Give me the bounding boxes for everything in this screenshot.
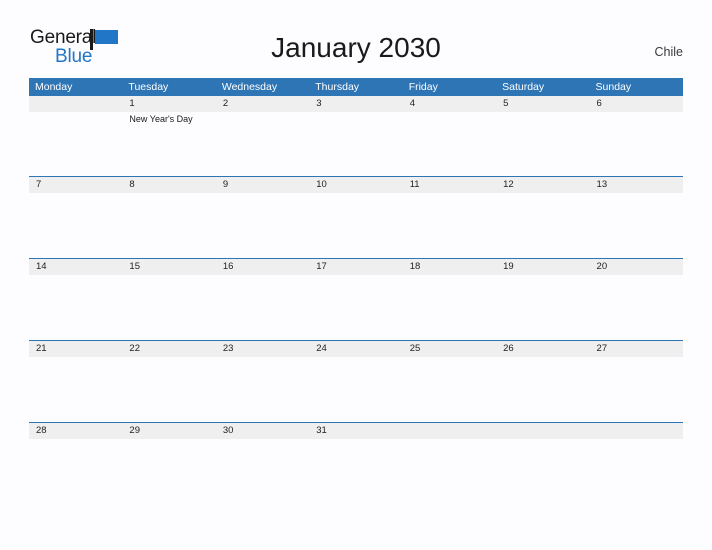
event-band: New Year's Day (29, 112, 683, 176)
day-number[interactable]: 1 (122, 96, 215, 112)
weekday-header-tuesday: Tuesday (128, 81, 169, 93)
day-number[interactable]: 29 (122, 423, 215, 439)
day-cell[interactable] (496, 275, 589, 340)
day-cell[interactable] (309, 275, 402, 340)
day-number[interactable]: 15 (122, 259, 215, 275)
holiday-event-label: New Year's Day (129, 114, 193, 124)
day-number[interactable]: 19 (496, 259, 589, 275)
day-number[interactable]: 18 (403, 259, 496, 275)
calendar-grid: Monday Tuesday Wednesday Thursday Friday Satu… (29, 78, 683, 504)
weekday-header-monday: Monday (35, 81, 73, 93)
day-cell[interactable] (496, 357, 589, 422)
day-number[interactable]: 12 (496, 177, 589, 193)
day-number[interactable]: 10 (309, 177, 402, 193)
day-cell[interactable] (122, 357, 215, 422)
day-number[interactable]: 8 (122, 177, 215, 193)
day-cell[interactable] (496, 439, 589, 504)
event-band (29, 275, 683, 340)
page-title: January 2030 (271, 32, 441, 63)
day-cell[interactable] (216, 439, 309, 504)
day-number[interactable]: 3 (309, 96, 402, 112)
day-number[interactable]: 26 (496, 341, 589, 357)
day-number[interactable] (590, 423, 683, 439)
day-number[interactable]: 9 (216, 177, 309, 193)
day-number[interactable]: 17 (309, 259, 402, 275)
day-number[interactable]: 28 (29, 423, 122, 439)
day-number[interactable]: 21 (29, 341, 122, 357)
day-number[interactable]: 2 (216, 96, 309, 112)
calendar-weeks: 1 2 3 4 5 6 New Year's Day 7 8 9 10 11 12 13 14 15 16 17 1… (29, 96, 683, 504)
day-cell[interactable] (590, 439, 683, 504)
event-band (29, 439, 683, 504)
day-cell[interactable]: New Year's Day (122, 112, 215, 176)
day-number[interactable]: 16 (216, 259, 309, 275)
day-number[interactable]: 6 (590, 96, 683, 112)
calendar-week-row: 28 29 30 31 (29, 422, 683, 504)
day-cell[interactable] (309, 112, 402, 176)
date-number-band: 14 15 16 17 18 19 20 (29, 259, 683, 275)
calendar-week-row: 1 2 3 4 5 6 New Year's Day (29, 96, 683, 176)
day-number[interactable]: 25 (403, 341, 496, 357)
calendar-week-row: 7 8 9 10 11 12 13 (29, 176, 683, 258)
date-number-band: 123456 (29, 96, 683, 112)
weekday-header-saturday: Saturday (502, 81, 545, 93)
day-cell[interactable] (29, 439, 122, 504)
day-cell[interactable] (403, 275, 496, 340)
day-cell[interactable] (122, 439, 215, 504)
day-cell[interactable] (403, 193, 496, 258)
day-number[interactable]: 23 (216, 341, 309, 357)
weekday-header-friday: Friday (408, 81, 438, 93)
calendar-week-row: 21 22 23 24 25 26 27 (29, 340, 683, 422)
day-cell[interactable] (216, 357, 309, 422)
day-cell[interactable] (590, 112, 683, 176)
day-cell[interactable] (216, 193, 309, 258)
date-number-band: 28 29 30 31 (29, 423, 683, 439)
date-number-band: 7 8 9 10 11 12 13 (29, 177, 683, 193)
day-number[interactable]: 5 (496, 96, 589, 112)
day-number[interactable] (403, 423, 496, 439)
day-cell[interactable] (216, 112, 309, 176)
day-cell[interactable] (29, 275, 122, 340)
day-number[interactable]: 4 (403, 96, 496, 112)
day-cell[interactable] (403, 439, 496, 504)
day-cell[interactable] (309, 193, 402, 258)
day-cell[interactable] (403, 357, 496, 422)
day-number[interactable]: 7 (29, 177, 122, 193)
day-cell[interactable] (590, 275, 683, 340)
day-cell[interactable] (122, 193, 215, 258)
day-cell[interactable] (122, 275, 215, 340)
day-cell[interactable] (216, 275, 309, 340)
day-number[interactable]: 24 (309, 341, 402, 357)
day-number[interactable] (496, 423, 589, 439)
day-cell[interactable] (590, 357, 683, 422)
day-number[interactable]: 11 (403, 177, 496, 193)
country-label: Chile (654, 45, 684, 59)
day-cell[interactable] (29, 357, 122, 422)
day-cell[interactable] (309, 357, 402, 422)
day-number[interactable] (29, 96, 122, 112)
weekday-header-sunday: Sunday (595, 81, 632, 93)
day-number[interactable]: 22 (122, 341, 215, 357)
weekday-header-wednesday: Wednesday (221, 81, 278, 93)
day-cell[interactable] (496, 112, 589, 176)
day-number[interactable]: 20 (590, 259, 683, 275)
page-header: General Blue January 2030 Chile (0, 0, 712, 78)
day-cell[interactable] (309, 439, 402, 504)
day-cell[interactable] (403, 112, 496, 176)
weekday-header-row: Monday Tuesday Wednesday Thursday Friday Satu… (29, 78, 683, 96)
event-band (29, 357, 683, 422)
day-cell[interactable] (29, 112, 122, 176)
day-number[interactable]: 13 (590, 177, 683, 193)
day-cell[interactable] (590, 193, 683, 258)
day-number[interactable]: 27 (590, 341, 683, 357)
date-number-band: 21 22 23 24 25 26 27 (29, 341, 683, 357)
calendar-week-row: 14 15 16 17 18 19 20 (29, 258, 683, 340)
weekday-header-thursday: Thursday (315, 81, 360, 93)
day-cell[interactable] (29, 193, 122, 258)
day-number[interactable]: 14 (29, 259, 122, 275)
day-number[interactable]: 30 (216, 423, 309, 439)
day-number[interactable]: 31 (309, 423, 402, 439)
day-cell[interactable] (496, 193, 589, 258)
event-band (29, 193, 683, 258)
